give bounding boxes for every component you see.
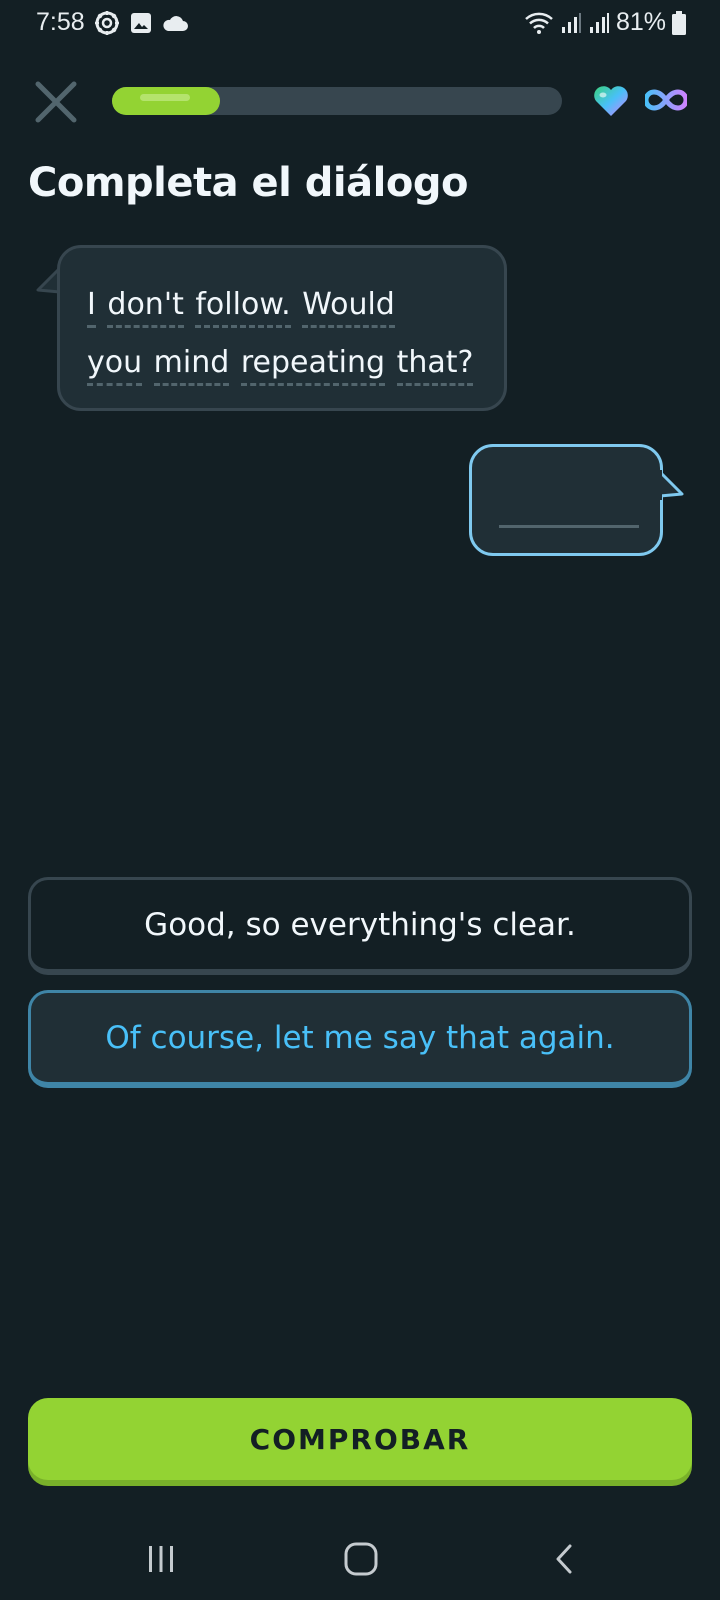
page-title: Completa el diálogo — [28, 160, 468, 206]
answer-speech-bubble[interactable] — [469, 444, 663, 556]
heart-icon[interactable] — [592, 84, 630, 118]
prompt-speech-bubble: I don't follow. Would you mind repeating… — [57, 245, 507, 411]
check-button-label: COMPROBAR — [249, 1422, 471, 1456]
system-nav-bar — [0, 1520, 720, 1600]
settings-gear-icon — [95, 11, 119, 35]
hint-word[interactable]: repeating — [240, 345, 386, 386]
prompt-line: you mind repeating that? — [87, 334, 484, 392]
hint-word[interactable]: mind — [153, 345, 230, 386]
status-bar: 7:58 81% — [0, 0, 720, 46]
answer-option[interactable]: Good, so everything's clear. — [28, 877, 692, 975]
close-icon[interactable] — [34, 80, 78, 124]
infinity-icon — [645, 89, 687, 111]
prompt-line: I don't follow. Would — [87, 276, 484, 334]
cloud-icon — [163, 16, 188, 31]
home-icon[interactable] — [342, 1540, 380, 1578]
recents-icon[interactable] — [144, 1542, 178, 1576]
bubble-tail — [658, 470, 684, 500]
lesson-progress-fill — [112, 87, 220, 115]
hint-word[interactable]: that? — [396, 345, 474, 386]
wifi-icon — [525, 12, 553, 34]
answer-option-selected[interactable]: Of course, let me say that again. — [28, 990, 692, 1088]
lesson-progress-bar — [112, 87, 562, 115]
battery-percentage: 81% — [615, 8, 666, 36]
prompt-text: I don't follow. Would you mind repeating… — [87, 276, 484, 392]
answer-option-label: Of course, let me say that again. — [105, 1019, 615, 1056]
hint-word[interactable]: follow. — [195, 287, 291, 328]
status-time: 7:58 — [36, 8, 85, 36]
back-icon[interactable] — [550, 1542, 580, 1576]
answer-blank-line — [499, 525, 639, 528]
signal-icon — [589, 12, 609, 33]
status-system-icons: 81% — [524, 8, 686, 37]
battery-icon — [672, 10, 686, 35]
status-notification-icons — [94, 10, 188, 36]
gallery-icon — [131, 13, 151, 33]
hint-word[interactable]: I — [87, 287, 96, 328]
answer-option-label: Good, so everything's clear. — [144, 906, 576, 943]
signal-icon — [561, 12, 581, 33]
hint-word[interactable]: Would — [302, 287, 395, 328]
hint-word[interactable]: you — [87, 345, 143, 386]
progress-shine — [140, 94, 190, 101]
check-button[interactable]: COMPROBAR — [28, 1398, 692, 1480]
hint-word[interactable]: don't — [107, 287, 184, 328]
